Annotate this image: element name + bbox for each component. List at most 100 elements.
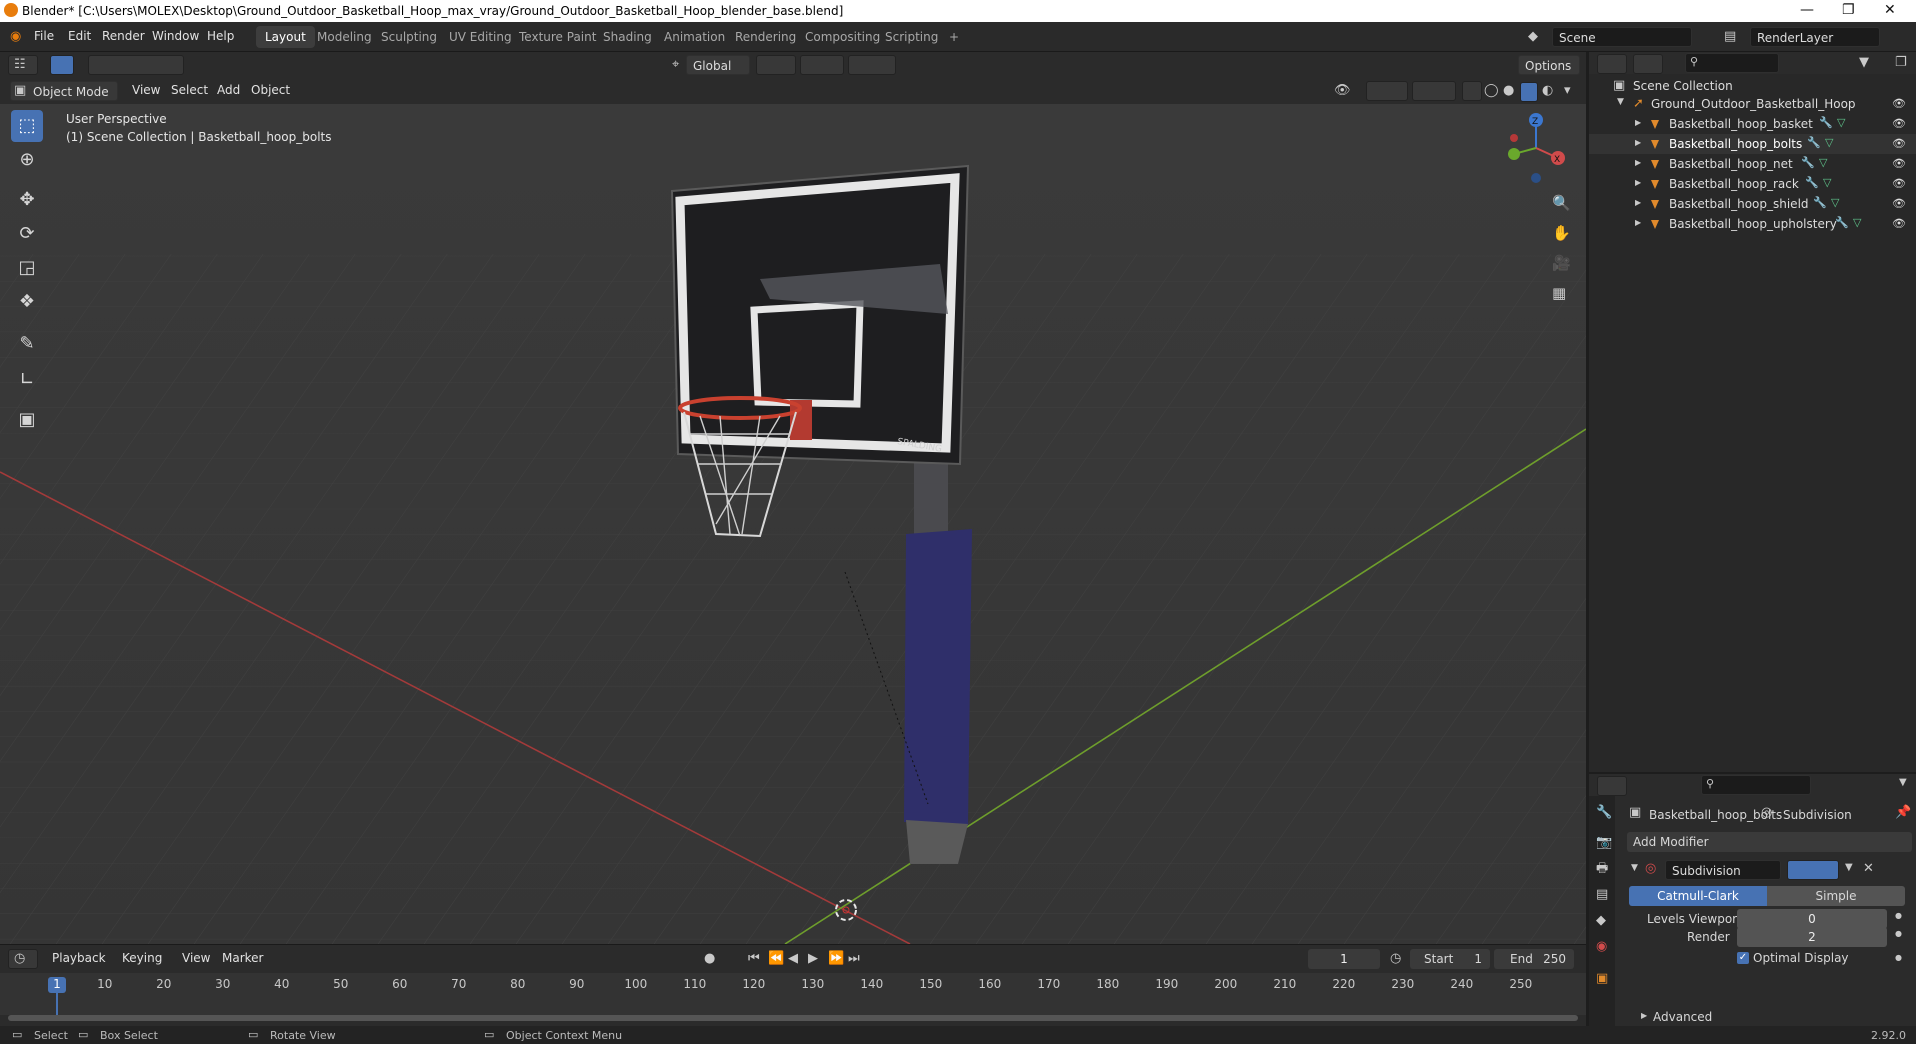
keyframe-dot-icon[interactable]: ● xyxy=(1895,930,1902,938)
collapse-chevron-icon[interactable]: ▼ xyxy=(1631,864,1638,873)
gizmo-neg-z[interactable] xyxy=(1531,173,1541,183)
tab-shading[interactable]: Shading xyxy=(594,26,661,48)
mesh-data-icon[interactable]: ▽ xyxy=(1819,157,1827,168)
outliner-object-row[interactable]: ▶ Basketball_hoop_rack 🔧 ▽ 👁 xyxy=(1589,174,1916,194)
optimal-display-checkbox[interactable]: ✓ xyxy=(1737,952,1749,964)
gizmo-neg-x[interactable] xyxy=(1510,134,1518,142)
tab-rendering[interactable]: Rendering xyxy=(726,26,805,48)
zoom-icon[interactable]: 🔍 xyxy=(1552,196,1571,211)
expand-arrow-icon[interactable]: ▶ xyxy=(1641,1012,1647,1020)
modifier-display-toggles[interactable] xyxy=(1787,860,1839,880)
expand-arrow-icon[interactable]: ▶ xyxy=(1635,179,1641,187)
pin-icon[interactable]: 📌 xyxy=(1895,806,1911,819)
mesh-data-icon[interactable]: ▽ xyxy=(1853,217,1861,228)
visibility-eye-icon[interactable]: 👁 xyxy=(1892,217,1906,230)
wireframe-shading-icon[interactable]: ◯ xyxy=(1484,84,1499,97)
menu-file[interactable]: File xyxy=(34,29,54,43)
3d-viewport[interactable]: SPALDING User Perspective (1) Scene Coll… xyxy=(0,104,1586,944)
snap-button[interactable] xyxy=(800,55,844,75)
gizmo-toggle-button[interactable] xyxy=(1366,81,1408,101)
tab-animation[interactable]: Animation xyxy=(655,26,734,48)
tool-tab-icon[interactable]: 🔧 xyxy=(1596,806,1612,819)
menu-render[interactable]: Render xyxy=(102,29,145,43)
modifier-wrench-icon[interactable]: 🔧 xyxy=(1805,177,1819,188)
view-layer-tab-icon[interactable]: ▤ xyxy=(1596,888,1608,901)
expand-arrow-icon[interactable]: ▶ xyxy=(1635,199,1641,207)
viewport-menu-view[interactable]: View xyxy=(132,83,160,97)
modifier-wrench-icon[interactable]: 🔧 xyxy=(1819,117,1833,128)
tab-scripting[interactable]: Scripting xyxy=(876,26,947,48)
viewport-menu-object[interactable]: Object xyxy=(251,83,290,97)
render-tab-icon[interactable]: 📷 xyxy=(1596,836,1612,849)
levels-viewport-field[interactable]: 0 xyxy=(1737,909,1887,929)
properties-editor-type[interactable] xyxy=(1597,776,1627,796)
visibility-eye-icon[interactable]: 👁 xyxy=(1892,157,1906,170)
timeline-scrollbar[interactable] xyxy=(8,1015,1578,1021)
mesh-data-icon[interactable]: ▽ xyxy=(1825,137,1833,148)
pivot-point-button[interactable] xyxy=(756,55,796,75)
tab-sculpting[interactable]: Sculpting xyxy=(372,26,446,48)
modifier-wrench-icon[interactable]: 🔧 xyxy=(1835,217,1849,228)
modifier-wrench-icon[interactable]: 🔧 xyxy=(1813,197,1827,208)
filter-icon[interactable]: ▼ xyxy=(1859,56,1869,69)
perspective-toggle-icon[interactable]: ▦ xyxy=(1552,286,1566,301)
camera-view-icon[interactable]: 🎥 xyxy=(1552,256,1571,271)
outliner-object-row[interactable]: ▶ Basketball_hoop_upholstery 🔧 ▽ 👁 xyxy=(1589,214,1916,234)
visibility-eye-icon[interactable]: 👁 xyxy=(1892,137,1906,150)
outliner-object-row[interactable]: ▶ Basketball_hoop_shield 🔧 ▽ 👁 xyxy=(1589,194,1916,214)
modifier-name-field[interactable]: Subdivision xyxy=(1665,860,1781,880)
object-tab-icon[interactable]: ▣ xyxy=(1596,972,1608,985)
render-layer-field[interactable]: RenderLayer xyxy=(1750,27,1880,47)
modifier-wrench-icon[interactable]: 🔧 xyxy=(1801,157,1815,168)
viewport-menu-select[interactable]: Select xyxy=(171,83,208,97)
outliner-scene-collection[interactable]: ▣ Scene Collection xyxy=(1589,76,1916,96)
add-modifier-dropdown[interactable]: Add Modifier xyxy=(1627,832,1912,852)
selection-mode-buttons[interactable] xyxy=(88,55,184,75)
overlay-toggle-button[interactable] xyxy=(1412,81,1456,101)
visibility-filter-icon[interactable]: 👁 xyxy=(1334,84,1351,97)
tab-texture-paint[interactable]: Texture Paint xyxy=(510,26,605,48)
visibility-eye-icon[interactable]: 👁 xyxy=(1892,177,1906,190)
tab-uv-editing[interactable]: UV Editing xyxy=(440,26,521,48)
cursor-tool[interactable]: ⊕ xyxy=(11,144,43,176)
visibility-eye-icon[interactable]: 👁 xyxy=(1892,117,1906,130)
menu-help[interactable]: Help xyxy=(207,29,234,43)
scene-tab-icon[interactable]: ◆ xyxy=(1596,914,1606,927)
tab-layout[interactable]: Layout xyxy=(256,26,315,48)
outliner-collection[interactable]: ▼ ➚ Ground_Outdoor_Basketball_Hoop 👁 xyxy=(1589,94,1916,114)
expand-arrow-icon[interactable]: ▶ xyxy=(1635,219,1641,227)
expand-arrow-icon[interactable]: ▶ xyxy=(1635,139,1641,147)
keyframe-dot-icon[interactable]: ● xyxy=(1895,954,1902,962)
solid-shading-icon[interactable]: ● xyxy=(1503,84,1514,97)
options-button[interactable]: Options xyxy=(1518,55,1580,75)
expand-arrow-icon[interactable]: ▶ xyxy=(1635,119,1641,127)
blender-menu-icon[interactable]: ◉ xyxy=(10,30,21,43)
transform-orientation-select[interactable]: Global xyxy=(686,55,750,75)
annotate-tool[interactable]: ✎ xyxy=(11,328,43,360)
simple-option[interactable]: Simple xyxy=(1767,886,1905,906)
transform-tool[interactable]: ❖ xyxy=(11,286,43,318)
rendered-shading-icon[interactable]: ◐ xyxy=(1542,84,1553,97)
modifier-wrench-icon[interactable]: 🔧 xyxy=(1807,137,1821,148)
navigation-gizmo[interactable]: Z X xyxy=(1496,108,1576,188)
measure-tool[interactable]: ∟ xyxy=(11,364,43,396)
select-tweak-button[interactable] xyxy=(50,55,74,75)
visibility-eye-icon[interactable]: 👁 xyxy=(1892,97,1906,110)
advanced-panel-label[interactable]: Advanced xyxy=(1653,1010,1712,1024)
outliner-editor-type[interactable] xyxy=(1597,54,1627,74)
viewport-menu-add[interactable]: Add xyxy=(217,83,240,97)
world-tab-icon[interactable]: ◉ xyxy=(1596,940,1607,953)
modifier-menu-icon[interactable]: ▼ xyxy=(1845,863,1853,873)
rotate-tool[interactable]: ⟳ xyxy=(11,218,43,250)
material-preview-shading-button[interactable] xyxy=(1520,82,1538,102)
expand-arrow-icon[interactable]: ▶ xyxy=(1635,159,1641,167)
render-levels-field[interactable]: 2 xyxy=(1737,927,1887,947)
properties-options-icon[interactable]: ▼ xyxy=(1899,778,1907,788)
tab-modeling[interactable]: Modeling xyxy=(308,26,381,48)
add-cube-tool[interactable]: ▣ xyxy=(11,404,43,436)
mesh-data-icon[interactable]: ▽ xyxy=(1837,117,1845,128)
close-icon[interactable]: ✕ xyxy=(1884,2,1896,18)
mesh-data-icon[interactable]: ▽ xyxy=(1823,177,1831,188)
proportional-edit-button[interactable] xyxy=(848,55,896,75)
outliner-object-row-selected[interactable]: ▶ Basketball_hoop_bolts 🔧 ▽ 👁 xyxy=(1589,134,1916,154)
